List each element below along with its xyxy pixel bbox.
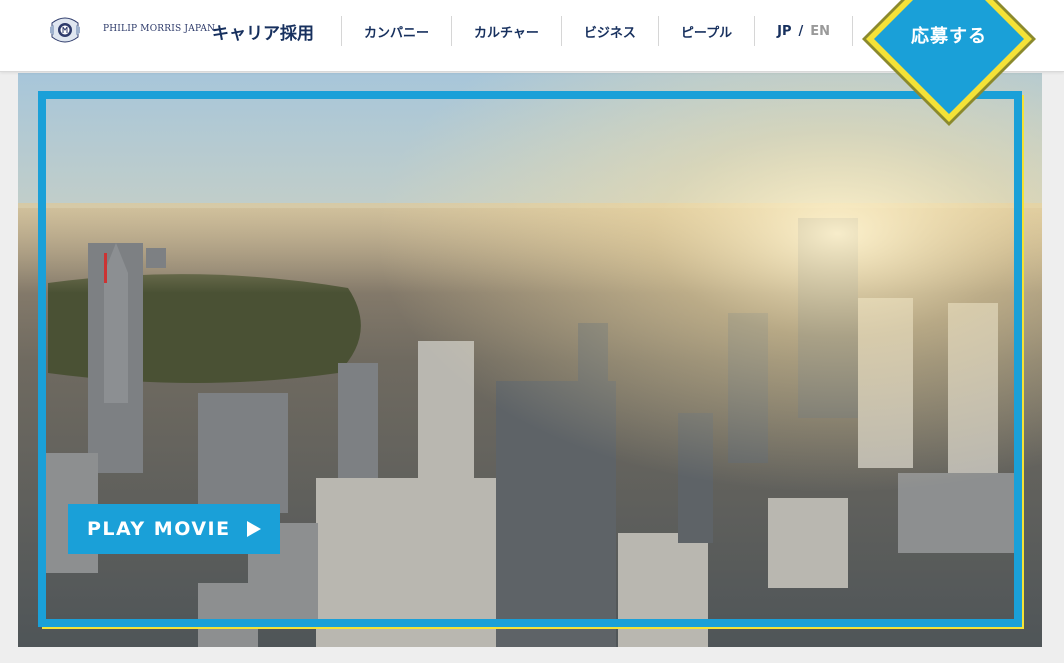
philip-morris-crest-logo[interactable] [48, 15, 82, 45]
brand-text[interactable]: PHILIP MORRIS JAPAN [103, 24, 215, 34]
frame-accent-right [1016, 95, 1024, 629]
language-switcher: JP / EN [754, 16, 854, 46]
city-aerial-image [18, 73, 1042, 647]
hero-video[interactable]: PLAY MOVIE [18, 73, 1042, 647]
frame-accent-bottom [42, 621, 1024, 629]
play-movie-label: PLAY MOVIE [87, 518, 231, 540]
nav-item-people[interactable]: ピープル [657, 16, 754, 46]
lang-separator: / [798, 23, 804, 39]
apply-button[interactable]: 応募する [858, 0, 1040, 130]
lang-jp-link[interactable]: JP [777, 24, 791, 39]
apply-label: 応募する [911, 26, 987, 47]
apply-badge-shape [862, 0, 1036, 126]
career-title[interactable]: キャリア採用 [212, 19, 314, 44]
nav-item-business[interactable]: ビジネス [560, 16, 658, 46]
play-movie-button[interactable]: PLAY MOVIE [68, 504, 280, 554]
nav-item-culture[interactable]: カルチャー [451, 16, 561, 46]
main-nav: カンパニー カルチャー ビジネス ピープル JP / EN [341, 16, 854, 46]
play-icon [247, 521, 261, 537]
lang-en-link[interactable]: EN [810, 24, 830, 39]
nav-item-company[interactable]: カンパニー [341, 16, 451, 46]
